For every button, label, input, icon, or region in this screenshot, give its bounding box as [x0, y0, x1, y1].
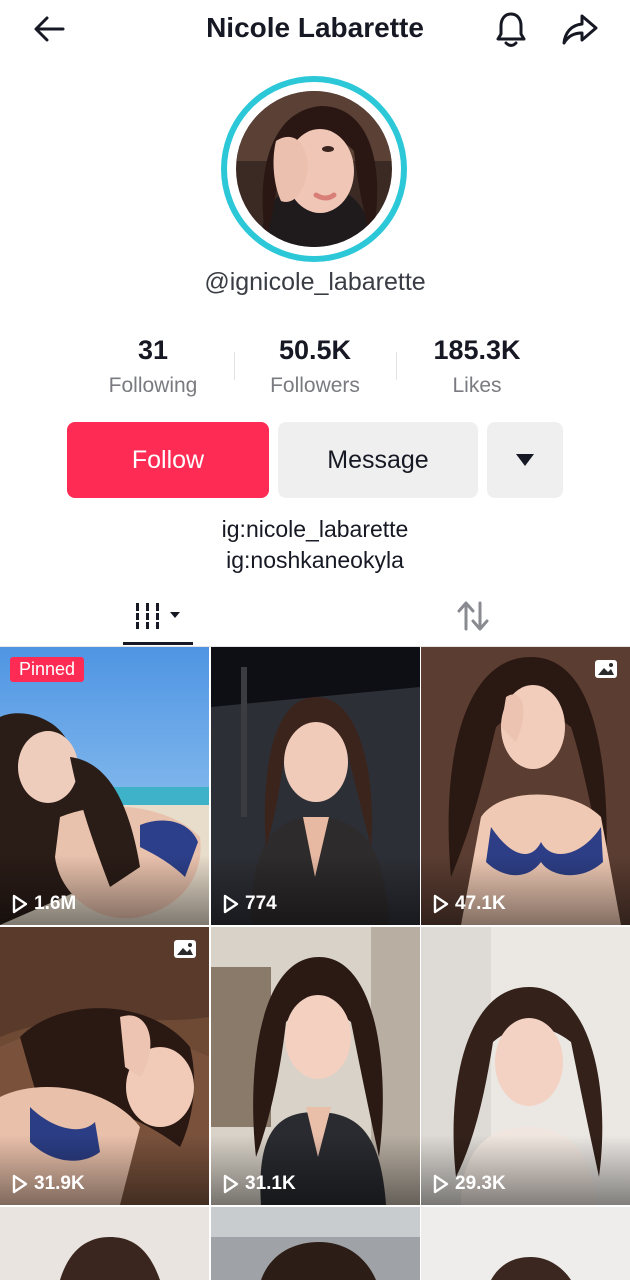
view-count: 29.3K: [433, 1173, 506, 1195]
bell-icon: [496, 12, 526, 47]
likes-label: Likes: [452, 374, 502, 397]
likes-count: 185.3K: [433, 335, 521, 365]
avatar[interactable]: [221, 76, 407, 262]
share-icon: [562, 14, 598, 45]
tab-reposts[interactable]: [438, 588, 508, 644]
stat-following[interactable]: 31 Following: [73, 334, 233, 398]
tab-videos[interactable]: [123, 588, 193, 644]
video-thumbnail[interactable]: [211, 1207, 420, 1280]
view-count: 31.9K: [12, 1173, 85, 1195]
stat-followers[interactable]: 50.5K Followers: [235, 334, 395, 398]
bio-line-1[interactable]: ig:nicole_labarette: [0, 516, 630, 543]
play-icon: [12, 894, 28, 914]
video-thumbnail[interactable]: 31.9K: [0, 927, 209, 1205]
play-icon: [223, 1174, 239, 1194]
avatar-image: [236, 91, 392, 247]
followers-label: Followers: [270, 374, 360, 397]
view-count-text: 31.1K: [245, 1173, 296, 1194]
play-icon: [433, 894, 449, 914]
play-icon: [433, 1174, 449, 1194]
notifications-button[interactable]: [488, 6, 534, 52]
share-button[interactable]: [557, 6, 603, 52]
suggested-accounts-button[interactable]: [487, 422, 563, 498]
follow-button[interactable]: Follow: [67, 422, 269, 498]
profile-title: Nicole Labarette: [206, 12, 424, 43]
view-count: 774: [223, 893, 277, 915]
view-count-text: 1.6M: [34, 893, 77, 914]
video-thumbnail[interactable]: [0, 1207, 209, 1280]
videos-grid-icon: [132, 603, 180, 629]
message-button[interactable]: Message: [278, 422, 478, 498]
view-count: 31.1K: [223, 1173, 296, 1195]
username: @ignicole_labarette: [204, 268, 426, 296]
video-thumbnail[interactable]: 774: [211, 647, 420, 925]
view-count-text: 47.1K: [455, 893, 506, 914]
play-icon: [12, 1174, 28, 1194]
caret-down-icon: [516, 454, 534, 466]
photo-icon: [174, 940, 196, 958]
following-count: 31: [137, 335, 169, 365]
active-tab-indicator: [123, 642, 193, 645]
video-thumbnail[interactable]: 29.3K: [421, 927, 630, 1205]
pinned-badge: Pinned: [10, 657, 85, 682]
following-label: Following: [108, 374, 198, 397]
video-thumbnail[interactable]: [421, 1207, 630, 1280]
photo-icon: [595, 660, 617, 678]
stat-likes: 185.3K Likes: [397, 334, 557, 398]
view-count: 47.1K: [433, 893, 506, 915]
video-thumbnail[interactable]: 31.1K: [211, 927, 420, 1205]
bio-line-2[interactable]: ig:noshkaneokyla: [0, 547, 630, 574]
reposts-icon: [457, 601, 489, 631]
view-count-text: 29.3K: [455, 1173, 506, 1194]
play-icon: [223, 894, 239, 914]
view-count-text: 774: [245, 893, 277, 914]
view-count-text: 31.9K: [34, 1173, 85, 1194]
view-count: 1.6M: [12, 893, 76, 915]
video-thumbnail[interactable]: 47.1K: [421, 647, 630, 925]
video-thumbnail[interactable]: Pinned 1.6M: [0, 647, 209, 925]
followers-count: 50.5K: [278, 335, 352, 365]
